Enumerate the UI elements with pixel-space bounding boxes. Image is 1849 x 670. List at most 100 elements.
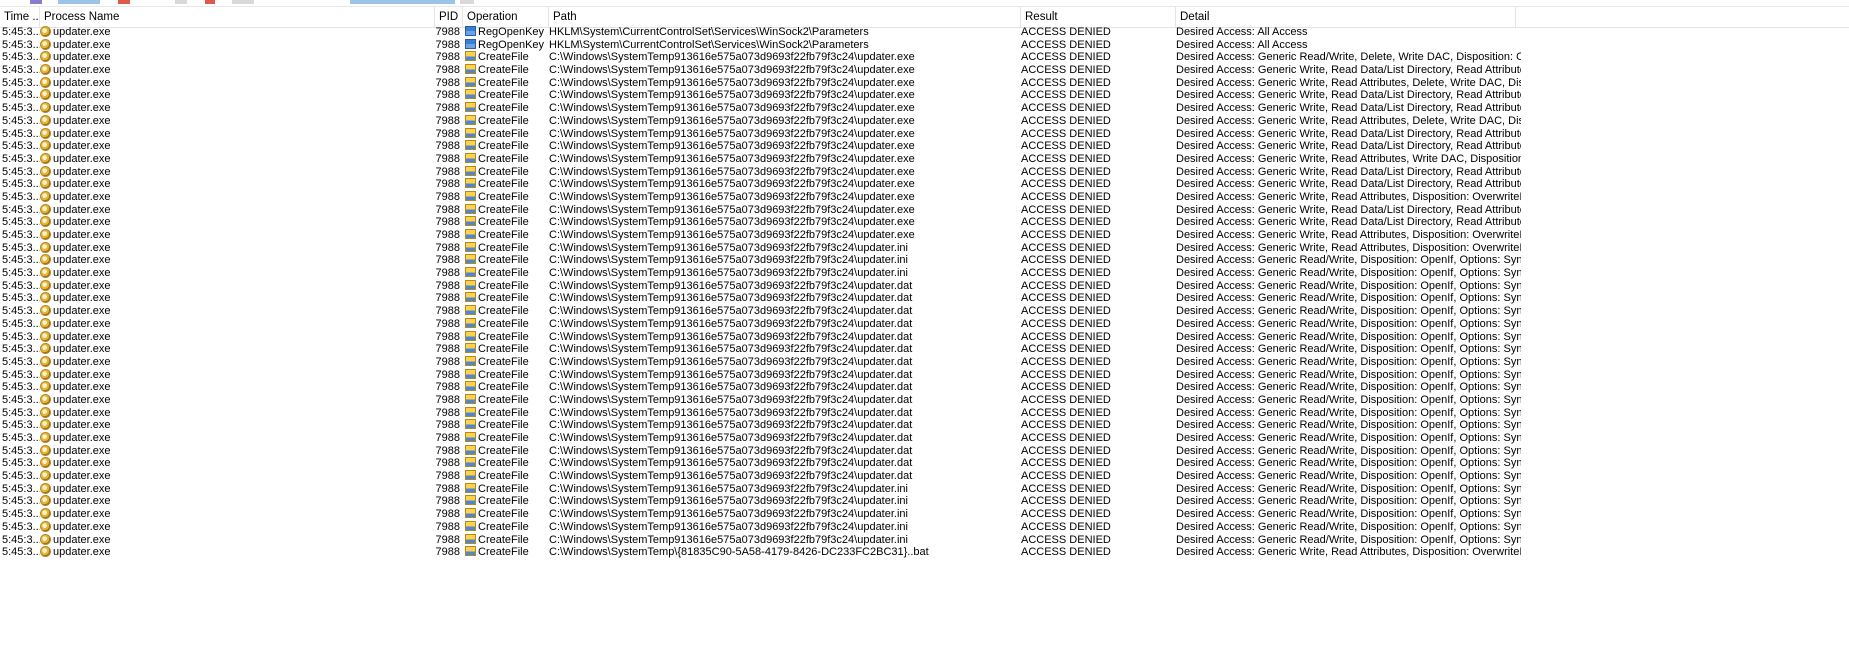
- cell-process-name: updater.exe: [40, 165, 430, 179]
- cell-process-name: updater.exe: [40, 51, 430, 64]
- toolbar-button[interactable]: [350, 0, 455, 4]
- table-row[interactable]: 5:45:3... updater.exe 7988 CreateFile C:\Win…: [0, 495, 1849, 508]
- column-header-row: Time ... Process Name PID Operation Path…: [0, 7, 1849, 28]
- cell-time: 5:45:3...: [2, 406, 40, 419]
- table-row[interactable]: 5:45:3... updater.exe 7988 CreateFile C:\Win…: [0, 368, 1849, 382]
- table-row[interactable]: 5:45:3... updater.exe 7988 CreateFile C:\Win…: [0, 406, 1849, 420]
- cell-detail: Desired Access: All Access: [1176, 38, 1308, 51]
- process-name-text: updater.exe: [53, 254, 111, 267]
- cell-operation: CreateFile: [465, 140, 549, 153]
- table-row[interactable]: 5:45:3... updater.exe 7988 CreateFile C:\Win…: [0, 267, 1849, 280]
- cell-time: 5:45:3...: [2, 533, 40, 546]
- operation-text: CreateFile: [478, 520, 529, 533]
- table-row[interactable]: 5:45:3... updater.exe 7988 CreateFile C:\Win…: [0, 102, 1849, 115]
- table-row[interactable]: 5:45:3... updater.exe 7988 CreateFile C:\Win…: [0, 343, 1849, 356]
- table-row[interactable]: 5:45:3... updater.exe 7988 CreateFile C:\Win…: [0, 508, 1849, 521]
- toolbar-button[interactable]: [58, 0, 100, 4]
- toolbar-button[interactable]: [118, 0, 130, 4]
- cell-pid: 7988: [435, 546, 460, 559]
- table-row[interactable]: 5:45:3... updater.exe 7988 CreateFile C:\Win…: [0, 393, 1849, 407]
- toolbar-button[interactable]: [460, 0, 474, 4]
- cell-result: ACCESS DENIED: [1021, 216, 1111, 229]
- table-row[interactable]: 5:45:3... updater.exe 7988 CreateFile C:\Win…: [0, 533, 1849, 547]
- toolbar-button[interactable]: [30, 0, 42, 4]
- cell-detail: Desired Access: Generic Read/Write, Disp…: [1176, 381, 1521, 394]
- table-row[interactable]: 5:45:3... updater.exe 7988 CreateFile C:\Win…: [0, 51, 1849, 64]
- cell-detail: Desired Access: Generic Read/Write, Disp…: [1176, 406, 1521, 419]
- table-row[interactable]: 5:45:3... updater.exe 7988 CreateFile C:\Win…: [0, 178, 1849, 191]
- table-row[interactable]: 5:45:3... updater.exe 7988 CreateFile C:\Win…: [0, 216, 1849, 229]
- table-row[interactable]: 5:45:3... updater.exe 7988 CreateFile C:\Win…: [0, 482, 1849, 496]
- cell-detail: Desired Access: Generic Read/Write, Disp…: [1176, 495, 1521, 508]
- table-row[interactable]: 5:45:3... updater.exe 7988 CreateFile C:\Win…: [0, 254, 1849, 267]
- cell-pid: 7988: [435, 508, 460, 521]
- table-row[interactable]: 5:45:3... updater.exe 7988 CreateFile C:\Win…: [0, 355, 1849, 369]
- table-row[interactable]: 5:45:3... updater.exe 7988 CreateFile C:\Win…: [0, 127, 1849, 141]
- table-row[interactable]: 5:45:3... updater.exe 7988 CreateFile C:\Win…: [0, 305, 1849, 318]
- table-row[interactable]: 5:45:3... updater.exe 7988 CreateFile C:\Win…: [0, 317, 1849, 331]
- cell-operation: CreateFile: [465, 165, 549, 179]
- operation-text: CreateFile: [478, 64, 529, 77]
- cell-detail: Desired Access: Generic Write, Read Data…: [1176, 140, 1521, 153]
- table-row[interactable]: 5:45:3... updater.exe 7988 CreateFile C:\Win…: [0, 381, 1849, 394]
- process-gear-icon: [40, 419, 51, 431]
- column-header-process-name[interactable]: Process Name: [40, 7, 435, 27]
- table-row[interactable]: 5:45:3... updater.exe 7988 CreateFile C:\Win…: [0, 241, 1849, 255]
- table-row[interactable]: 5:45:3... updater.exe 7988 CreateFile C:\Win…: [0, 76, 1849, 90]
- cell-result: ACCESS DENIED: [1021, 89, 1111, 102]
- toolbar-button[interactable]: [232, 0, 254, 4]
- cell-detail: Desired Access: Generic Read/Write, Disp…: [1176, 254, 1521, 267]
- column-header-pid[interactable]: PID: [435, 7, 463, 27]
- table-row[interactable]: 5:45:3... updater.exe 7988 CreateFile C:\Win…: [0, 190, 1849, 204]
- column-header-path[interactable]: Path: [549, 7, 1021, 27]
- table-row[interactable]: 5:45:3... updater.exe 7988 CreateFile C:\Win…: [0, 432, 1849, 445]
- table-row[interactable]: 5:45:3... updater.exe 7988 CreateFile C:\Win…: [0, 546, 1849, 559]
- process-name-text: updater.exe: [53, 355, 111, 368]
- table-row[interactable]: 5:45:3... updater.exe 7988 CreateFile C:\Win…: [0, 165, 1849, 179]
- table-row[interactable]: 5:45:3... updater.exe 7988 CreateFile C:\Win…: [0, 152, 1849, 166]
- cell-path: C:\Windows\SystemTemp913616e575a073d9693…: [549, 444, 913, 457]
- cell-process-name: updater.exe: [40, 330, 430, 344]
- cell-pid: 7988: [435, 419, 460, 432]
- process-name-text: updater.exe: [53, 89, 111, 102]
- table-row[interactable]: 5:45:3... updater.exe 7988 CreateFile C:\Win…: [0, 64, 1849, 77]
- column-header-time[interactable]: Time ...: [0, 7, 40, 27]
- table-row[interactable]: 5:45:3... updater.exe 7988 CreateFile C:\Win…: [0, 330, 1849, 344]
- table-row[interactable]: 5:45:3... updater.exe 7988 CreateFile C:\Win…: [0, 229, 1849, 242]
- cell-result: ACCESS DENIED: [1021, 419, 1111, 432]
- table-row[interactable]: 5:45:3... updater.exe 7988 CreateFile C:\Win…: [0, 140, 1849, 153]
- process-gear-icon: [40, 279, 51, 291]
- table-row[interactable]: 5:45:3... updater.exe 7988 CreateFile C:\Win…: [0, 203, 1849, 217]
- cell-detail: Desired Access: Generic Write, Read Data…: [1176, 203, 1521, 216]
- cell-time: 5:45:3...: [2, 444, 40, 457]
- table-row[interactable]: 5:45:3... updater.exe 7988 CreateFile C:\Win…: [0, 457, 1849, 470]
- table-row[interactable]: 5:45:3... updater.exe 7988 CreateFile C:\Win…: [0, 444, 1849, 458]
- table-row[interactable]: 5:45:3... updater.exe 7988 CreateFile C:\Win…: [0, 292, 1849, 305]
- table-row[interactable]: 5:45:3... updater.exe 7988 CreateFile C:\Win…: [0, 419, 1849, 432]
- column-header-operation[interactable]: Operation: [463, 7, 549, 27]
- column-header-result[interactable]: Result: [1021, 7, 1176, 27]
- cell-detail: Desired Access: Generic Read/Write, Disp…: [1176, 444, 1521, 457]
- cell-pid: 7988: [435, 178, 460, 191]
- cell-path: C:\Windows\SystemTemp913616e575a073d9693…: [549, 292, 913, 305]
- table-row[interactable]: 5:45:3... updater.exe 7988 CreateFile C:\Win…: [0, 114, 1849, 128]
- cell-result: ACCESS DENIED: [1021, 114, 1111, 127]
- table-row[interactable]: 5:45:3... updater.exe 7988 CreateFile C:\Win…: [0, 279, 1849, 293]
- cell-path: C:\Windows\SystemTemp913616e575a073d9693…: [549, 127, 915, 140]
- table-row[interactable]: 5:45:3... updater.exe 7988 CreateFile C:\Win…: [0, 470, 1849, 483]
- table-row[interactable]: 5:45:3... updater.exe 7988 RegOpenKey HKLM\S…: [0, 38, 1849, 52]
- table-row[interactable]: 5:45:3... updater.exe 7988 CreateFile C:\Win…: [0, 89, 1849, 102]
- cell-result: ACCESS DENIED: [1021, 279, 1111, 292]
- event-list: 5:45:3... updater.exe 7988 RegOpenKey HKLM\S…: [0, 26, 1849, 559]
- toolbar-button[interactable]: [205, 0, 215, 4]
- cell-time: 5:45:3...: [2, 546, 40, 559]
- cell-detail: Desired Access: Generic Read/Write, Disp…: [1176, 419, 1521, 432]
- table-row[interactable]: 5:45:3... updater.exe 7988 CreateFile C:\Win…: [0, 520, 1849, 534]
- cell-detail: Desired Access: Generic Write, Read Attr…: [1176, 114, 1521, 127]
- column-header-detail[interactable]: Detail: [1176, 7, 1516, 27]
- table-row[interactable]: 5:45:3... updater.exe 7988 RegOpenKey HKLM\S…: [0, 26, 1849, 39]
- toolbar-button[interactable]: [175, 0, 187, 4]
- cell-result: ACCESS DENIED: [1021, 152, 1111, 165]
- process-name-text: updater.exe: [53, 520, 111, 533]
- cell-process-name: updater.exe: [40, 38, 430, 52]
